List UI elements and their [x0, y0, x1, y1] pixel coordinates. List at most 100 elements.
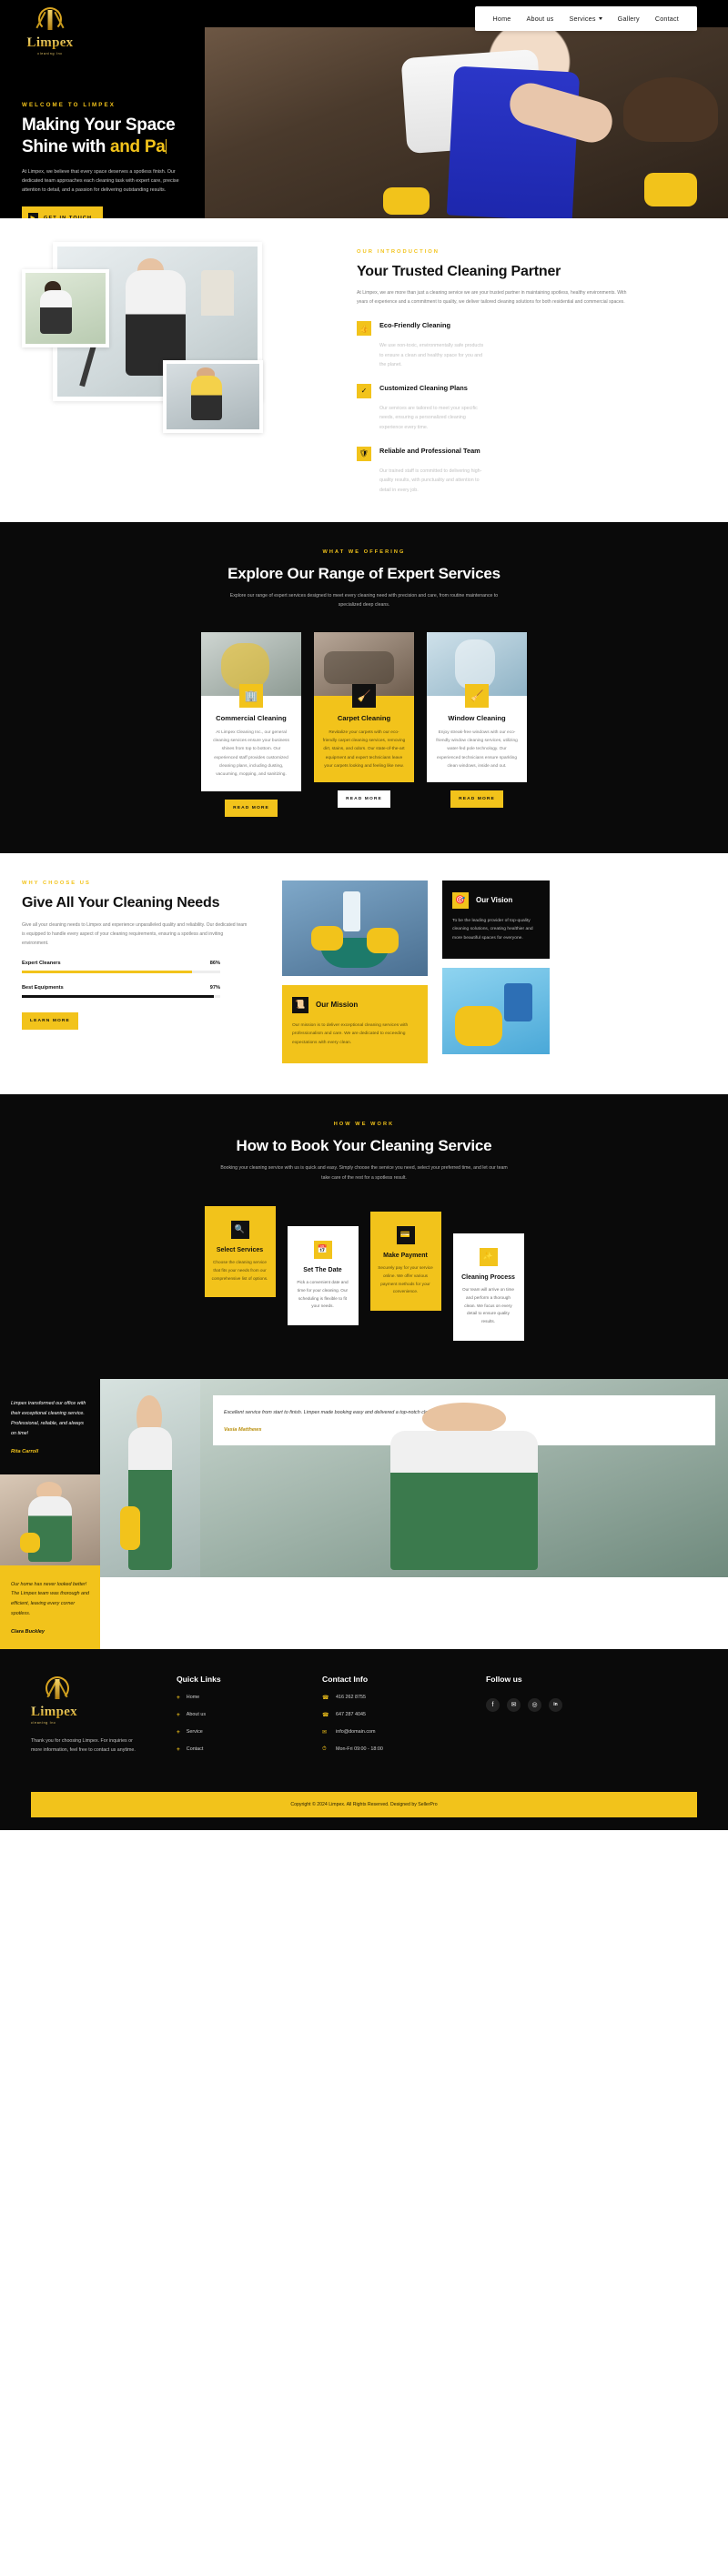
mail-icon: ✉ — [322, 1729, 328, 1736]
booking-step-title: Select Services — [216, 1246, 264, 1253]
footer-link-label: About us — [186, 1712, 207, 1718]
twitter-icon[interactable]: ✉ — [507, 1697, 521, 1712]
how-paragraph: Booking your cleaning service with us is… — [220, 1165, 508, 1181]
footer-contact-phone-1[interactable]: ☎ 416 262 8755 — [322, 1695, 459, 1701]
testimonial-column-mid — [100, 1379, 200, 1649]
service-read-more-button[interactable]: READ MORE — [450, 790, 503, 809]
testimonial-column-left: Limpex transformed our office with their… — [0, 1379, 100, 1649]
nav-item-home[interactable]: Home — [493, 15, 511, 23]
site-logo[interactable]: Limpex cleaning Inc — [20, 5, 80, 55]
services-paragraph: Explore our range of expert services des… — [229, 593, 499, 609]
testimonial-text: Limpex transformed our office with their… — [11, 1401, 86, 1436]
sparkle-icon: ✨ — [479, 1247, 498, 1266]
hero-content: WELCOME TO LIMPEX Making Your Space Shin… — [22, 102, 204, 230]
why-image-spray — [442, 968, 550, 1055]
scroll-icon: 📜 — [292, 996, 308, 1013]
skill-bar-fill — [22, 970, 193, 973]
copyright-bar: Copyright © 2024 Limpex. All Rights Rese… — [31, 1791, 697, 1817]
testimonial-photo — [100, 1379, 200, 1578]
service-card-title: Carpet Cleaning — [337, 713, 391, 722]
intro-feature-title: Customized Cleaning Plans — [379, 383, 468, 392]
text-cursor-icon — [166, 138, 167, 154]
testimonial-rita-carroll: Limpex transformed our office with their… — [0, 1379, 100, 1474]
skill-bar-fill — [22, 994, 215, 998]
footer-contact-value: 416 262 8755 — [336, 1695, 366, 1701]
intro-feature-desc: Our services are tailored to meet your s… — [379, 405, 478, 430]
service-read-more-button[interactable]: READ MORE — [338, 790, 390, 809]
service-card-window-cleaning[interactable]: 🧹 Window Cleaning Enjoy streak-free wind… — [427, 631, 527, 817]
footer-logo-wordmark: Limpex — [31, 1705, 84, 1719]
main-navigation[interactable]: Home About us Services Gallery Contact — [474, 6, 697, 31]
footer-contact-value: Mon-Fri 09:00 - 18:00 — [336, 1746, 383, 1753]
service-card-title: Commercial Cleaning — [216, 713, 287, 722]
facebook-icon[interactable]: f — [486, 1697, 500, 1712]
twitter-glyph: ✉ — [511, 1702, 517, 1709]
clock-icon: ⏱ — [322, 1746, 327, 1752]
booking-step-cleaning-process[interactable]: ✨ Cleaning Process Our team will arrive … — [452, 1233, 524, 1342]
skill-bar-track — [22, 970, 220, 973]
linkedin-icon[interactable]: in — [549, 1697, 562, 1712]
skill-bar-label: Best Equipments — [22, 984, 64, 991]
hero-image — [205, 27, 728, 218]
footer-contact-email[interactable]: ✉ info@domain.com — [322, 1729, 459, 1736]
footer-contact-title: Contact Info — [322, 1674, 369, 1684]
footer-link-label: Contact — [186, 1746, 204, 1753]
logo-tagline: cleaning Inc — [37, 52, 63, 55]
booking-step-make-payment[interactable]: 💳 Make Payment Securely pay for your ser… — [369, 1211, 441, 1312]
how-we-work-section: HOW WE WORK How to Book Your Cleaning Se… — [0, 1094, 728, 1380]
booking-step-desc: Securely pay for your service online. We… — [378, 1264, 433, 1294]
footer-social-list: f ✉ ◎ in — [486, 1697, 604, 1712]
service-card-carpet-cleaning[interactable]: 🧹 Carpet Cleaning Revitalize your carpet… — [314, 631, 414, 817]
nav-item-gallery[interactable]: Gallery — [618, 15, 640, 23]
hero-title: Making Your Space Shine with and Pa — [22, 115, 204, 157]
testimonial-text: Our home has never looked better! The Li… — [11, 1581, 90, 1616]
footer-link-home[interactable]: + Home — [177, 1695, 295, 1701]
booking-step-title: Make Payment — [383, 1252, 428, 1259]
service-read-more-button[interactable]: READ MORE — [225, 799, 278, 817]
footer-link-label: Home — [186, 1695, 200, 1701]
how-eyebrow: HOW WE WORK — [333, 1122, 395, 1128]
testimonial-author: Clara Buckley — [11, 1628, 46, 1635]
vision-card: 🎯 Our Vision To be the leading provider … — [442, 880, 550, 960]
footer-contact-value: 647 287 4045 — [336, 1712, 366, 1718]
footer-logo[interactable]: Limpex cleaning Inc — [31, 1675, 84, 1725]
booking-step-select-services[interactable]: 🔍 Select Services Choose the cleaning se… — [204, 1205, 276, 1298]
service-card-commercial-cleaning[interactable]: 🏢 Commercial Cleaning At Limpex Cleaning… — [201, 631, 301, 817]
footer-contact-hours: ⏱ Mon-Fri 09:00 - 18:00 — [322, 1746, 459, 1753]
skill-bar-value: 97% — [209, 984, 220, 991]
intro-image-top-left — [22, 269, 109, 347]
instagram-glyph: ◎ — [531, 1702, 538, 1709]
intro-title: Your Trusted Cleaning Partner — [357, 264, 561, 279]
carpet-icon: 🧹 — [352, 683, 376, 708]
footer-quick-links-title: Quick Links — [177, 1674, 221, 1684]
footer-link-about-us[interactable]: + About us — [177, 1712, 295, 1718]
service-card-desc: Enjoy streak-free windows with our eco-f… — [436, 730, 518, 769]
footer-logo-tagline: cleaning Inc — [31, 1720, 56, 1725]
hero-paragraph: At Limpex, we believe that every space d… — [22, 169, 179, 194]
footer-contact-phone-2[interactable]: ☎ 647 287 4045 — [322, 1712, 459, 1718]
how-title: How to Book Your Cleaning Service — [236, 1137, 492, 1155]
nav-item-contact[interactable]: Contact — [655, 15, 679, 23]
booking-step-title: Cleaning Process — [461, 1273, 515, 1281]
hero-title-line2: Shine with — [22, 136, 110, 156]
nav-item-about-us[interactable]: About us — [527, 15, 554, 23]
nav-item-services[interactable]: Services — [569, 15, 602, 23]
footer-link-contact[interactable]: + Contact — [177, 1746, 295, 1753]
intro-image-bottom-right — [163, 360, 263, 433]
testimonial-clara-buckley: Our home has never looked better! The Li… — [0, 1565, 100, 1649]
booking-step-set-the-date[interactable]: 📅 Set The Date Pick a convenient date an… — [287, 1225, 359, 1326]
instagram-icon[interactable]: ◎ — [528, 1697, 541, 1712]
window-icon: 🧹 — [465, 683, 489, 708]
mission-desc: Our mission is to deliver exceptional cl… — [292, 1022, 409, 1045]
why-paragraph: Give all your cleaning needs to Limpex a… — [22, 921, 248, 946]
hero-section: Limpex cleaning Inc Home About us Servic… — [0, 0, 728, 230]
footer-link-service[interactable]: + Service — [177, 1729, 295, 1736]
intro-feature-eco-friendly: 👍 Eco-Friendly Cleaning We use non-toxic… — [357, 321, 695, 370]
introduction-section: OUR INTRODUCTION Your Trusted Cleaning P… — [0, 218, 728, 523]
testimonial-photo — [0, 1474, 100, 1565]
services-card-list: 🏢 Commercial Cleaning At Limpex Cleaning… — [0, 631, 728, 817]
service-card-desc: Revitalize your carpets with our eco-fri… — [322, 730, 406, 769]
why-eyebrow: WHY CHOOSE US — [22, 880, 91, 886]
footer-description: Thank you for choosing Limpex. For inqui… — [31, 1737, 136, 1754]
learn-more-button[interactable]: LEARN MORE — [22, 1011, 78, 1030]
